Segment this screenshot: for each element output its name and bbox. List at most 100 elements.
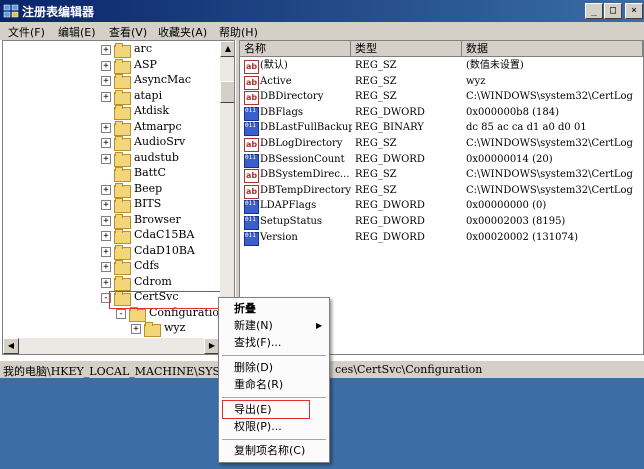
value-type: REG_DWORD <box>355 106 425 118</box>
folder-icon <box>114 89 131 105</box>
menu-edit[interactable]: 编辑(E) <box>58 24 96 40</box>
menu-help[interactable]: 帮助(H) <box>219 24 258 40</box>
string-value-icon: ab <box>244 169 259 184</box>
scroll-up-button[interactable]: ▲ <box>220 41 234 57</box>
scroll-thumb[interactable] <box>220 81 234 103</box>
expand-icon[interactable]: + <box>101 277 111 288</box>
tree-item-label: CdaD10BA <box>134 243 195 257</box>
menu-item-new[interactable]: 新建(N) <box>234 318 273 334</box>
value-row[interactable]: 011 110 LDAPFlags REG_DWORD 0x00000000 (0) <box>240 198 643 215</box>
binary-value-icon: 011 110 <box>244 153 270 168</box>
string-value-icon: ab <box>244 184 259 199</box>
menu-item-export[interactable]: 导出(E) <box>234 402 272 418</box>
key-tree-pane[interactable]: + arc + ASP + AsyncMac + atapi Atdisk + Atmarpc + Au… <box>2 40 235 355</box>
menu-bar: 文件(F) 编辑(E) 查看(V) 收藏夹(A) 帮助(H) <box>0 22 644 40</box>
binary-value-icon: 011 110 <box>244 200 270 215</box>
menu-file[interactable]: 文件(F) <box>8 24 45 40</box>
value-row[interactable]: 011 110 Version REG_DWORD 0x00020002 (13107… <box>240 230 643 246</box>
folder-icon <box>114 120 131 136</box>
value-data: dc 85 ac ca d1 a0 d0 01 <box>466 122 587 134</box>
folder-icon <box>114 151 131 167</box>
value-name: DBSessionCount <box>260 153 345 165</box>
menu-item-copy-key-name[interactable]: 复制项名称(C) <box>234 443 305 459</box>
value-row[interactable]: ab DBDirectory REG_SZ C:\WINDOWS\system32\C… <box>240 89 643 106</box>
value-row[interactable]: 011 110 DBLastFullBackup REG_BINARY dc 85 a… <box>240 120 643 137</box>
folder-icon <box>114 275 131 291</box>
menu-separator <box>222 355 326 356</box>
value-row[interactable]: ab DBTempDirectory REG_SZ C:\WINDOWS\system… <box>240 183 643 199</box>
status-path-right: ces\CertSvc\Configuration <box>335 363 483 376</box>
menu-separator <box>222 439 326 440</box>
menu-favorites[interactable]: 收藏夹(A) <box>158 24 207 40</box>
menu-item-delete[interactable]: 删除(D) <box>234 360 273 376</box>
close-button[interactable]: × <box>625 3 643 19</box>
maximize-button[interactable]: □ <box>604 3 622 19</box>
highlight-box-configuration <box>109 291 221 309</box>
value-data: C:\WINDOWS\system32\CertLog <box>466 138 633 149</box>
column-header-name[interactable]: 名称 <box>240 41 351 57</box>
value-data: C:\WINDOWS\system32\CertLog <box>466 184 633 196</box>
folder-icon <box>114 229 131 244</box>
value-data: 0x00000014 (20) <box>466 153 553 165</box>
value-row[interactable]: ab (默认) REG_SZ (数值未设置) <box>240 58 643 74</box>
tree-item-label: AudioSrv <box>134 135 186 148</box>
expand-icon[interactable]: + <box>101 60 111 71</box>
menu-item-permissions[interactable]: 权限(P)... <box>234 419 282 435</box>
value-data: 0x00020002 (131074) <box>466 231 579 243</box>
value-data: C:\WINDOWS\system32\CertLog <box>466 169 633 181</box>
value-type: REG_DWORD <box>355 200 425 212</box>
expand-icon[interactable]: + <box>101 122 111 133</box>
tree-item-label: Cdfs <box>134 259 160 272</box>
tree-item-label: Atdisk <box>134 104 170 117</box>
tree-vertical-scrollbar[interactable]: ▲ ▼ <box>220 41 234 338</box>
expand-icon[interactable]: + <box>101 200 111 210</box>
tree-item-label: Cdrom <box>134 274 172 288</box>
menu-item-collapse[interactable]: 折叠 <box>234 301 256 317</box>
expand-icon[interactable]: + <box>101 215 111 226</box>
expand-icon[interactable]: + <box>101 262 111 272</box>
expand-icon[interactable]: + <box>101 231 111 241</box>
folder-icon <box>114 213 131 229</box>
folder-icon <box>114 244 131 260</box>
value-type: REG_SZ <box>355 138 397 149</box>
folder-icon <box>114 58 131 74</box>
value-data: 0x000000b8 (184) <box>466 106 560 118</box>
menu-view[interactable]: 查看(V) <box>109 24 147 40</box>
tree-item-label: arc <box>134 42 152 55</box>
value-type: REG_DWORD <box>355 231 425 243</box>
value-type: REG_DWORD <box>355 216 425 227</box>
scroll-left-button[interactable]: ◀ <box>3 338 19 354</box>
binary-value-icon: 011 110 <box>244 122 270 137</box>
string-value-icon: ab <box>244 138 259 152</box>
expand-icon[interactable]: + <box>101 91 111 102</box>
menu-item-find[interactable]: 查找(F)... <box>234 335 281 351</box>
value-row[interactable]: ab DBLogDirectory REG_SZ C:\WINDOWS\system3… <box>240 136 643 152</box>
title-bar[interactable]: 注册表编辑器 _ □ × <box>0 0 644 22</box>
expand-icon[interactable]: + <box>101 246 111 257</box>
expand-icon[interactable]: + <box>101 153 111 164</box>
expand-icon[interactable]: + <box>101 184 111 195</box>
minimize-button[interactable]: _ <box>585 3 603 19</box>
value-name: DBLastFullBackup <box>260 122 352 134</box>
menu-item-rename[interactable]: 重命名(R) <box>234 377 283 393</box>
value-name: DBLogDirectory <box>260 138 343 149</box>
expand-icon[interactable]: + <box>131 324 141 334</box>
expand-icon[interactable]: + <box>101 76 111 86</box>
value-row[interactable]: 011 110 DBFlags REG_DWORD 0x000000b8 (184) <box>240 105 643 121</box>
value-type: REG_SZ <box>355 60 397 71</box>
tree-horizontal-scrollbar[interactable]: ◀ ▶ <box>3 338 220 354</box>
value-row[interactable]: 011 110 DBSessionCount REG_DWORD 0x00000014… <box>240 152 643 168</box>
value-data: (数值未设置) <box>466 60 524 71</box>
collapse-icon[interactable]: - <box>116 308 126 319</box>
tree-item-label: Beep <box>134 181 163 195</box>
value-row[interactable]: 011 110 SetupStatus REG_DWORD 0x00002003 (8… <box>240 214 643 230</box>
column-header-type[interactable]: 类型 <box>351 41 462 57</box>
value-row[interactable]: ab DBSystemDirec... REG_SZ C:\WINDOWS\syste… <box>240 167 643 184</box>
value-type: REG_BINARY <box>355 122 424 134</box>
value-row[interactable]: ab Active REG_SZ wyz <box>240 74 643 90</box>
value-name: DBSystemDirec... <box>260 169 350 181</box>
folder-icon <box>114 74 131 89</box>
expand-icon[interactable]: + <box>101 45 111 55</box>
expand-icon[interactable]: + <box>101 138 111 148</box>
column-header-data[interactable]: 数据 <box>462 41 643 57</box>
